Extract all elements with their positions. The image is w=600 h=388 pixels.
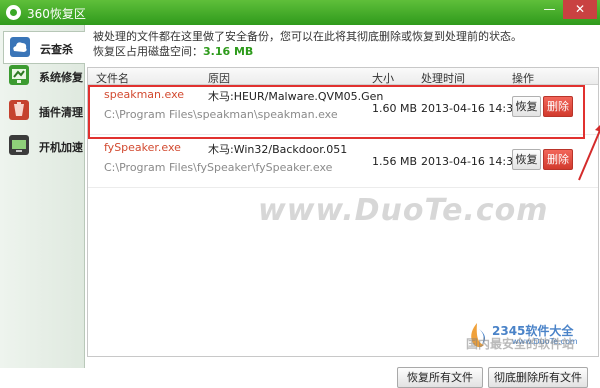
file-path: C:\Program Files\fySpeaker\fySpeaker.exe — [104, 161, 333, 174]
boot-speed-icon — [9, 135, 29, 155]
column-header-time[interactable]: 处理时间 — [421, 70, 465, 86]
annotation-arrow-icon — [578, 125, 600, 181]
disk-usage: 恢复区占用磁盘空间：3.16 MB — [93, 43, 253, 59]
system-repair-icon — [9, 65, 29, 85]
column-header-reason[interactable]: 原因 — [208, 70, 230, 86]
window-title: 360恢复区 — [27, 7, 86, 21]
column-header-size[interactable]: 大小 — [372, 70, 394, 86]
delete-button[interactable]: 删除 — [543, 149, 573, 170]
sidebar-item-system-repair[interactable]: 系统修复 — [3, 60, 83, 91]
file-size: 1.56 MB — [372, 155, 418, 168]
site-watermark: www.DuoTe.com — [258, 193, 549, 228]
sidebar-item-label: 云查杀 — [40, 43, 73, 56]
delete-all-button[interactable]: 彻底删除所有文件 — [488, 367, 588, 388]
column-header-action: 操作 — [512, 72, 534, 85]
sidebar-item-plugin-clean[interactable]: 插件清理 — [3, 95, 83, 126]
restore-all-button[interactable]: 恢复所有文件 — [397, 367, 483, 388]
plugin-clean-icon — [9, 100, 29, 120]
sidebar-item-label: 系统修复 — [39, 71, 83, 84]
sidebar-item-label: 开机加速 — [39, 141, 83, 154]
table-header: 文件名 原因 大小 处理时间 操作 — [88, 68, 598, 85]
sidebar: 云查杀 系统修复 插件清理 开机加速 — [0, 25, 85, 368]
close-button[interactable]: ✕ — [563, 0, 597, 19]
disk-usage-label: 恢复区占用磁盘空间： — [93, 45, 203, 58]
slogan-watermark: 国内最安全的软件站 — [466, 337, 575, 351]
detect-reason: 木马:Win32/Backdoor.051 — [208, 143, 348, 156]
highlight-box — [88, 85, 585, 139]
title-bar: 360恢复区 — ✕ — [0, 0, 600, 25]
column-header-filename[interactable]: 文件名 — [96, 70, 129, 86]
main-panel: 被处理的文件都在这里做了安全备份，您可以在此将其彻底删除或恢复到处理前的状态。 … — [85, 25, 600, 388]
restore-button[interactable]: 恢复 — [512, 149, 541, 170]
disk-usage-value: 3.16 MB — [203, 45, 254, 58]
app-logo-icon — [6, 5, 21, 20]
info-note: 被处理的文件都在这里做了安全备份，您可以在此将其彻底删除或恢复到处理前的状态。 — [93, 30, 522, 43]
sidebar-item-boot-speed[interactable]: 开机加速 — [3, 130, 83, 161]
sidebar-item-label: 插件清理 — [39, 106, 83, 119]
table-row[interactable]: fySpeaker.exe C:\Program Files\fySpeaker… — [88, 139, 598, 188]
file-name: fySpeaker.exe — [104, 141, 181, 154]
cloud-scan-icon — [10, 37, 30, 57]
minimize-button[interactable]: — — [536, 0, 563, 19]
